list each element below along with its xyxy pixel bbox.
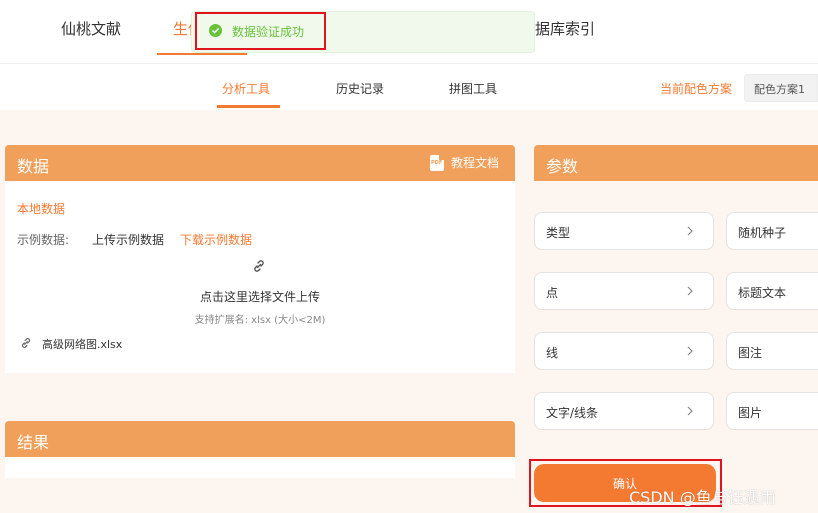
param-legend-button[interactable]: 图注 <box>726 332 818 370</box>
pdf-icon: PDF <box>430 154 444 171</box>
upload-hint: 支持扩展名: xlsx (大小<2M) <box>194 315 326 326</box>
nav-item-xiantao-literature[interactable]: 仙桃文献 <box>61 18 121 39</box>
result-panel-header: 结果 <box>5 421 515 457</box>
toast-highlight-frame <box>195 12 326 50</box>
color-scheme-label: 当前配色方案 <box>660 82 733 96</box>
upload-example-link[interactable]: 上传示例数据 <box>92 231 164 248</box>
tutorial-doc-link[interactable]: PDF 教程文档 <box>430 154 499 171</box>
local-data-label[interactable]: 本地数据 <box>17 200 65 217</box>
link-icon <box>252 259 266 276</box>
param-title-text-button[interactable]: 标题文本 <box>726 272 818 310</box>
param-point-label: 点 <box>546 286 559 300</box>
chevron-right-icon <box>686 345 694 360</box>
upload-instruction: 点击这里选择文件上传 <box>199 290 320 304</box>
param-text-line-button[interactable]: 文字/线条 <box>534 392 714 430</box>
tab-analysis-tools[interactable]: 分析工具 <box>222 80 270 97</box>
tab-puzzle-tools[interactable]: 拼图工具 <box>449 80 497 97</box>
color-scheme-select[interactable]: 配色方案1 <box>744 74 818 102</box>
sub-toolbar: 分析工具 历史记录 拼图工具 当前配色方案 配色方案1 <box>0 64 818 110</box>
file-upload-area[interactable]: 点击这里选择文件上传 支持扩展名: xlsx (大小<2M) <box>150 255 370 327</box>
param-panel-title: 参数 <box>546 157 579 176</box>
param-image-label: 图片 <box>738 406 763 420</box>
watermark-text: CSDN @鱼与钰遇雨 <box>629 488 776 507</box>
param-text-line-label: 文字/线条 <box>546 406 599 420</box>
result-panel-body <box>5 457 515 478</box>
tab-history[interactable]: 历史记录 <box>336 80 384 97</box>
uploaded-file-name: 高级网络图.xlsx <box>42 338 123 351</box>
download-example-link[interactable]: 下载示例数据 <box>180 231 252 248</box>
chevron-right-icon <box>686 285 694 300</box>
attachment-link-icon <box>20 337 32 352</box>
tab-active-underline <box>217 105 280 108</box>
param-panel-header: 参数 <box>534 145 818 181</box>
param-line-button[interactable]: 线 <box>534 332 714 370</box>
param-image-button[interactable]: 图片 <box>726 392 818 430</box>
param-type-button[interactable]: 类型 <box>534 212 714 250</box>
example-data-label: 示例数据: <box>17 233 70 247</box>
chevron-right-icon <box>686 225 694 240</box>
param-point-button[interactable]: 点 <box>534 272 714 310</box>
result-panel-title: 结果 <box>17 433 50 452</box>
param-random-seed-label: 随机种子 <box>738 226 787 240</box>
param-line-label: 线 <box>546 346 559 360</box>
param-legend-label: 图注 <box>738 346 763 360</box>
param-title-text-label: 标题文本 <box>738 286 787 300</box>
data-panel-title: 数据 <box>17 157 50 176</box>
tutorial-doc-label: 教程文档 <box>451 156 500 170</box>
param-type-label: 类型 <box>546 226 571 240</box>
uploaded-file[interactable]: 高级网络图.xlsx <box>20 336 122 352</box>
chevron-right-icon <box>686 405 694 420</box>
param-random-seed-button[interactable]: 随机种子 <box>726 212 818 250</box>
nav-active-underline <box>157 53 247 55</box>
